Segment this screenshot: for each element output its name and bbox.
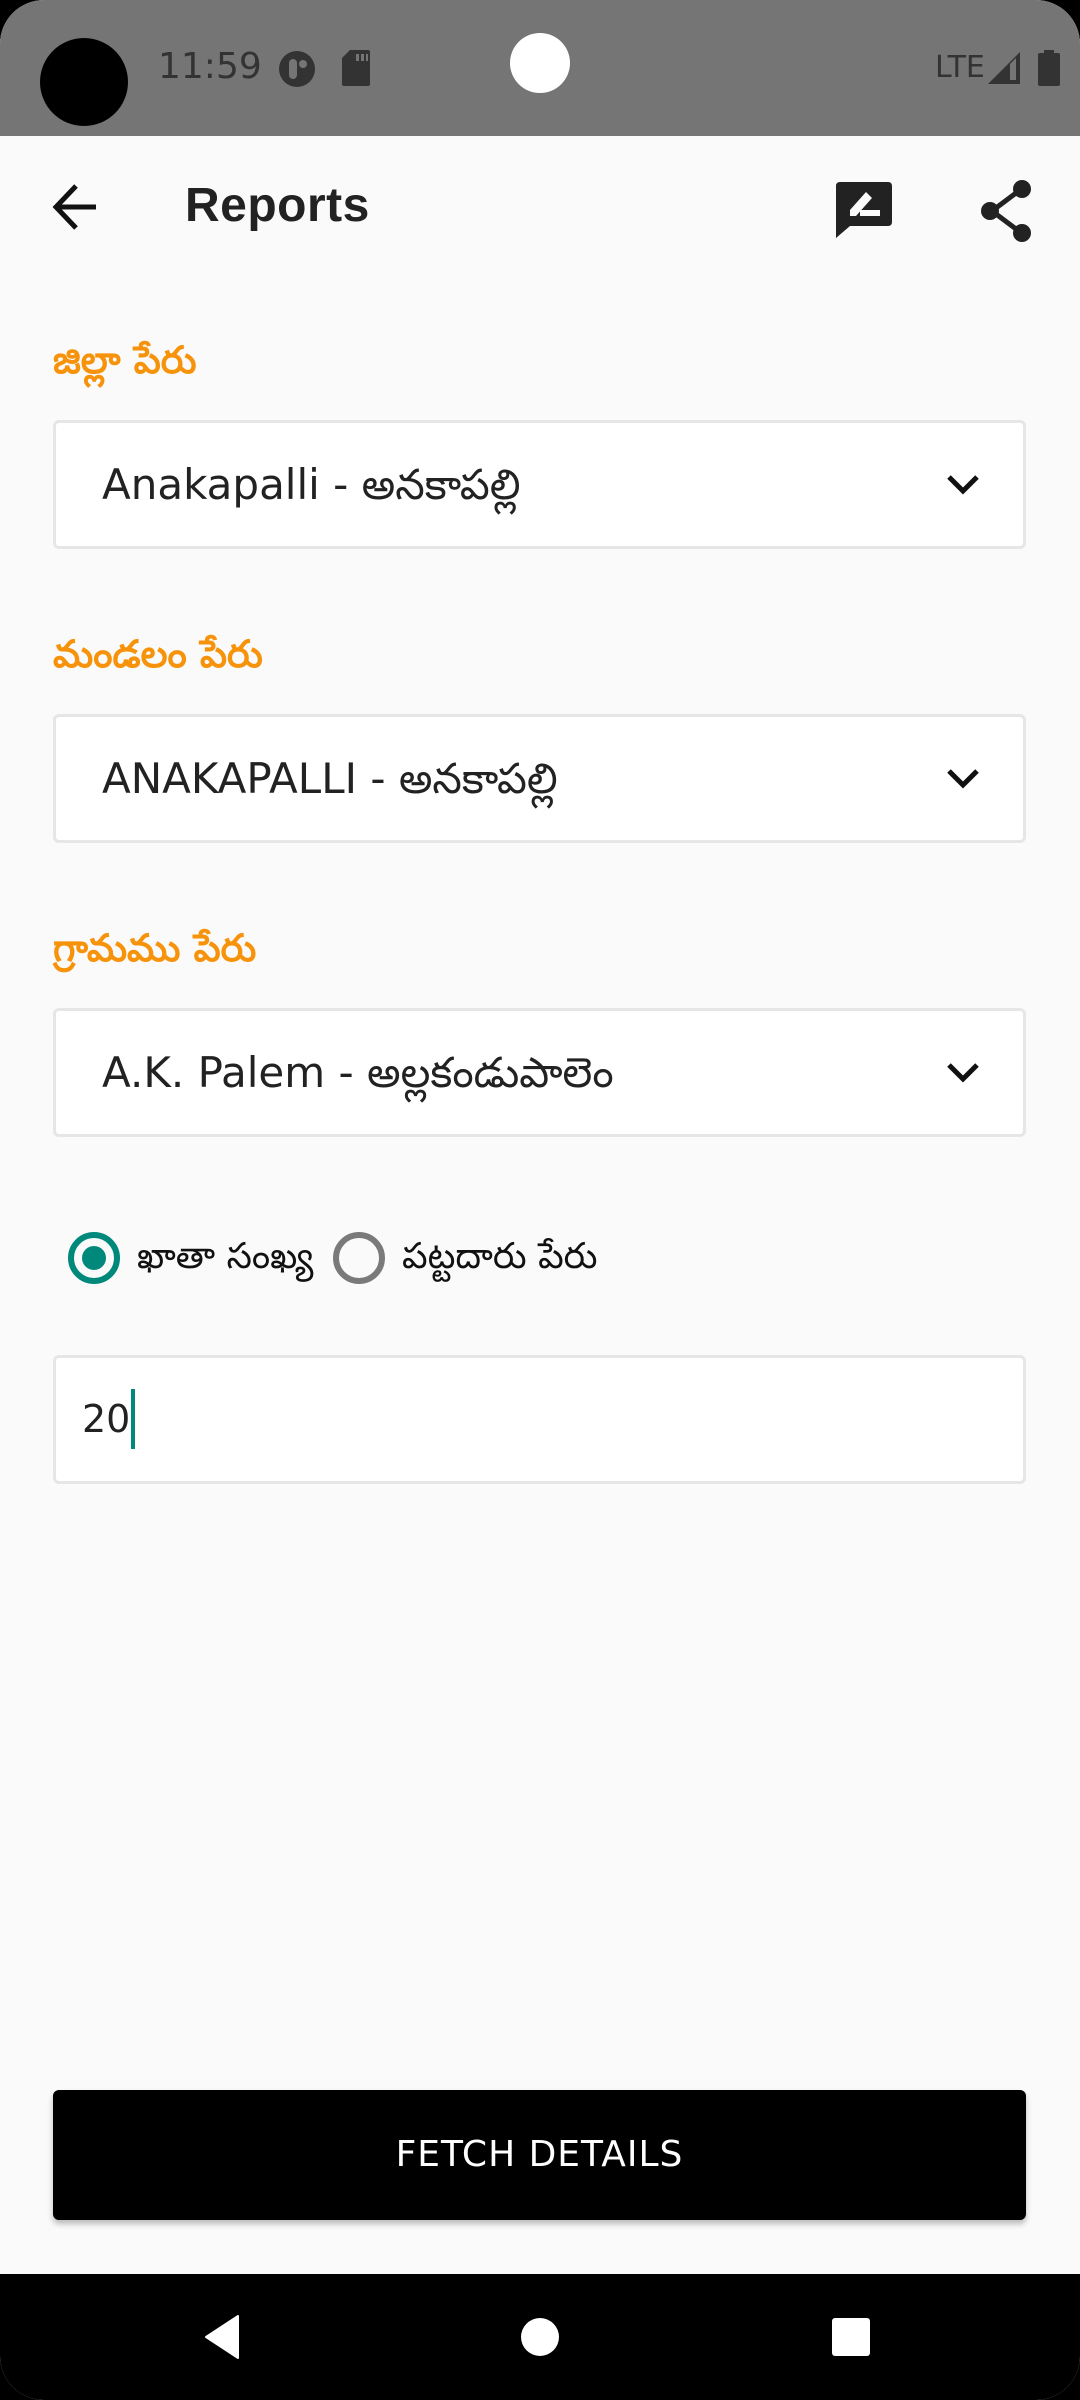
input-text: 20 [82,1397,131,1441]
village-value: A.K. Palem - అల్లకండుపాలెం [102,1048,614,1097]
village-dropdown[interactable]: A.K. Palem - అల్లకండుపాలెం [53,1008,1026,1137]
khata-number-input[interactable]: 20 [53,1355,1026,1484]
nav-recents-icon[interactable] [826,2312,876,2362]
radio-checked-icon[interactable] [68,1232,120,1284]
mandal-value: ANAKAPALLI - అనకాపల్లి [102,754,558,803]
text-caret [131,1388,136,1449]
radio-unchecked-icon[interactable] [333,1232,385,1284]
share-button[interactable] [972,176,1042,246]
nav-home-icon[interactable] [515,2312,565,2362]
arrow-left-icon [52,184,96,230]
status-bar: 11:59 LTE [0,0,1080,136]
radio-label: పట్టదారు పేరు [402,1236,598,1277]
app-notification-icon [279,51,315,87]
network-type: LTE [935,50,985,85]
district-label: జిల్లా పేరు [53,338,197,382]
feedback-button[interactable] [828,176,898,246]
battery-icon [1038,50,1060,86]
page-title: Reports [185,179,370,232]
chevron-down-icon [947,1063,979,1083]
rate-review-icon [836,182,892,238]
app-bar: Reports [0,136,1080,280]
screen: 11:59 LTE Reports జిల్లా పేరు Anakapalli… [0,0,1080,2400]
chevron-down-icon [947,769,979,789]
district-value: Anakapalli - అనకాపల్లి [102,460,521,509]
village-label: గ్రామము పేరు [53,926,257,970]
chevron-down-icon [947,475,979,495]
status-time: 11:59 [158,46,262,87]
back-button[interactable] [40,172,110,242]
nav-back-icon[interactable] [200,2312,250,2362]
camera-cutout [40,38,128,126]
radio-label: ఖాతా సంఖ్య [137,1236,314,1277]
fetch-details-button[interactable]: FETCH DETAILS [53,2090,1026,2220]
sd-card-icon [342,50,370,86]
mandal-dropdown[interactable]: ANAKAPALLI - అనకాపల్లి [53,714,1026,843]
district-dropdown[interactable]: Anakapalli - అనకాపల్లి [53,420,1026,549]
system-nav-bar [0,2274,1080,2400]
input-value: 20 [82,1358,136,1481]
signal-icon [988,52,1020,84]
front-sensor [510,33,570,93]
share-icon [981,180,1031,242]
mandal-label: మండలం పేరు [53,632,263,676]
